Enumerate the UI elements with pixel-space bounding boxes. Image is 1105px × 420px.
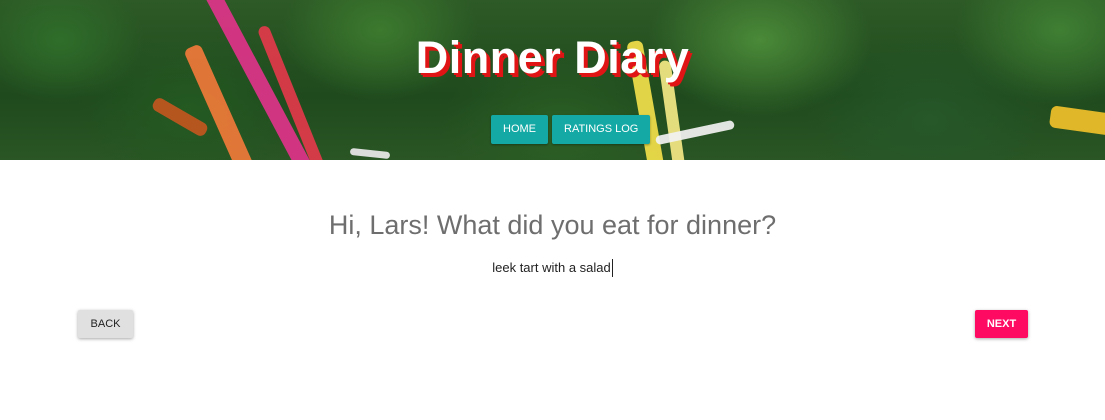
nav-ratings-log-button[interactable]: RATINGS LOG	[552, 115, 651, 144]
header-banner: Dinner Diary HOME RATINGS LOG	[0, 0, 1105, 160]
twine-decoration	[349, 147, 391, 160]
page-title: Dinner Diary	[415, 32, 690, 83]
dinner-answer-input[interactable]: leek tart with a salad	[492, 259, 613, 277]
answer-field-container: leek tart with a salad	[0, 259, 1105, 277]
dinner-question: Hi, Lars! What did you eat for dinner?	[328, 210, 777, 240]
chard-stem-decoration	[1048, 105, 1105, 137]
chard-stem-decoration	[150, 95, 210, 139]
nav-home-button[interactable]: HOME	[491, 115, 548, 144]
back-button[interactable]: BACK	[78, 310, 133, 338]
top-nav: HOME RATINGS LOG	[491, 115, 651, 144]
next-button[interactable]: NEXT	[975, 310, 1028, 338]
